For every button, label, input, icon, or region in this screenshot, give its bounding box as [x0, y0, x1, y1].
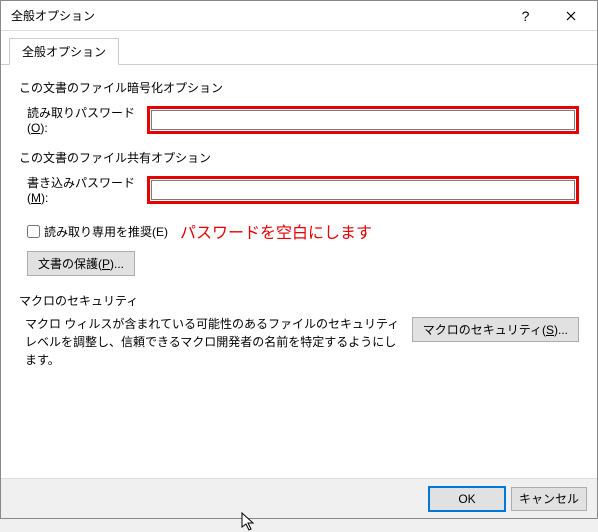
write-password-label: 書き込みパスワード(M): — [19, 174, 147, 205]
write-password-row: 書き込みパスワード(M): — [19, 174, 579, 205]
annotation-text: パスワードを空白にします — [180, 219, 372, 243]
write-password-highlight — [147, 176, 579, 204]
dialog-content: この文書のファイル暗号化オプション 読み取りパスワード(O): この文書のファイ… — [1, 65, 597, 478]
window-title: 全般オプション — [11, 7, 503, 24]
dialog-window: 全般オプション ? 全般オプション この文書のファイル暗号化オプション 読み取り… — [0, 0, 598, 519]
readonly-row: 読み取り専用を推奨(E) パスワードを空白にします — [27, 219, 579, 243]
close-icon — [566, 11, 576, 21]
read-password-input[interactable] — [151, 110, 575, 130]
write-password-input[interactable] — [151, 180, 575, 200]
titlebar: 全般オプション ? — [1, 1, 597, 31]
macro-row: マクロ ウィルスが含まれている可能性のあるファイルのセキュリティ レベルを調整し… — [19, 315, 579, 369]
read-password-row: 読み取りパスワード(O): — [19, 104, 579, 135]
macro-security-button[interactable]: マクロのセキュリティ(S)... — [412, 317, 579, 342]
read-password-highlight — [147, 106, 579, 134]
readonly-checkbox[interactable] — [27, 225, 40, 238]
protect-document-button[interactable]: 文書の保護(P)... — [27, 251, 135, 276]
readonly-label[interactable]: 読み取り専用を推奨(E) — [44, 223, 168, 240]
macro-description: マクロ ウィルスが含まれている可能性のあるファイルのセキュリティ レベルを調整し… — [19, 315, 402, 369]
tab-strip: 全般オプション — [1, 31, 597, 65]
titlebar-controls: ? — [503, 2, 593, 30]
ok-button[interactable]: OK — [429, 487, 505, 511]
macro-section-label: マクロのセキュリティ — [19, 292, 579, 309]
dialog-footer: OK キャンセル — [1, 478, 597, 518]
close-button[interactable] — [548, 2, 593, 30]
cancel-button[interactable]: キャンセル — [511, 487, 587, 511]
sharing-group-label: この文書のファイル共有オプション — [19, 149, 579, 166]
help-button[interactable]: ? — [503, 2, 548, 30]
tab-general[interactable]: 全般オプション — [9, 38, 119, 65]
encryption-group-label: この文書のファイル暗号化オプション — [19, 79, 579, 96]
read-password-label: 読み取りパスワード(O): — [19, 104, 147, 135]
